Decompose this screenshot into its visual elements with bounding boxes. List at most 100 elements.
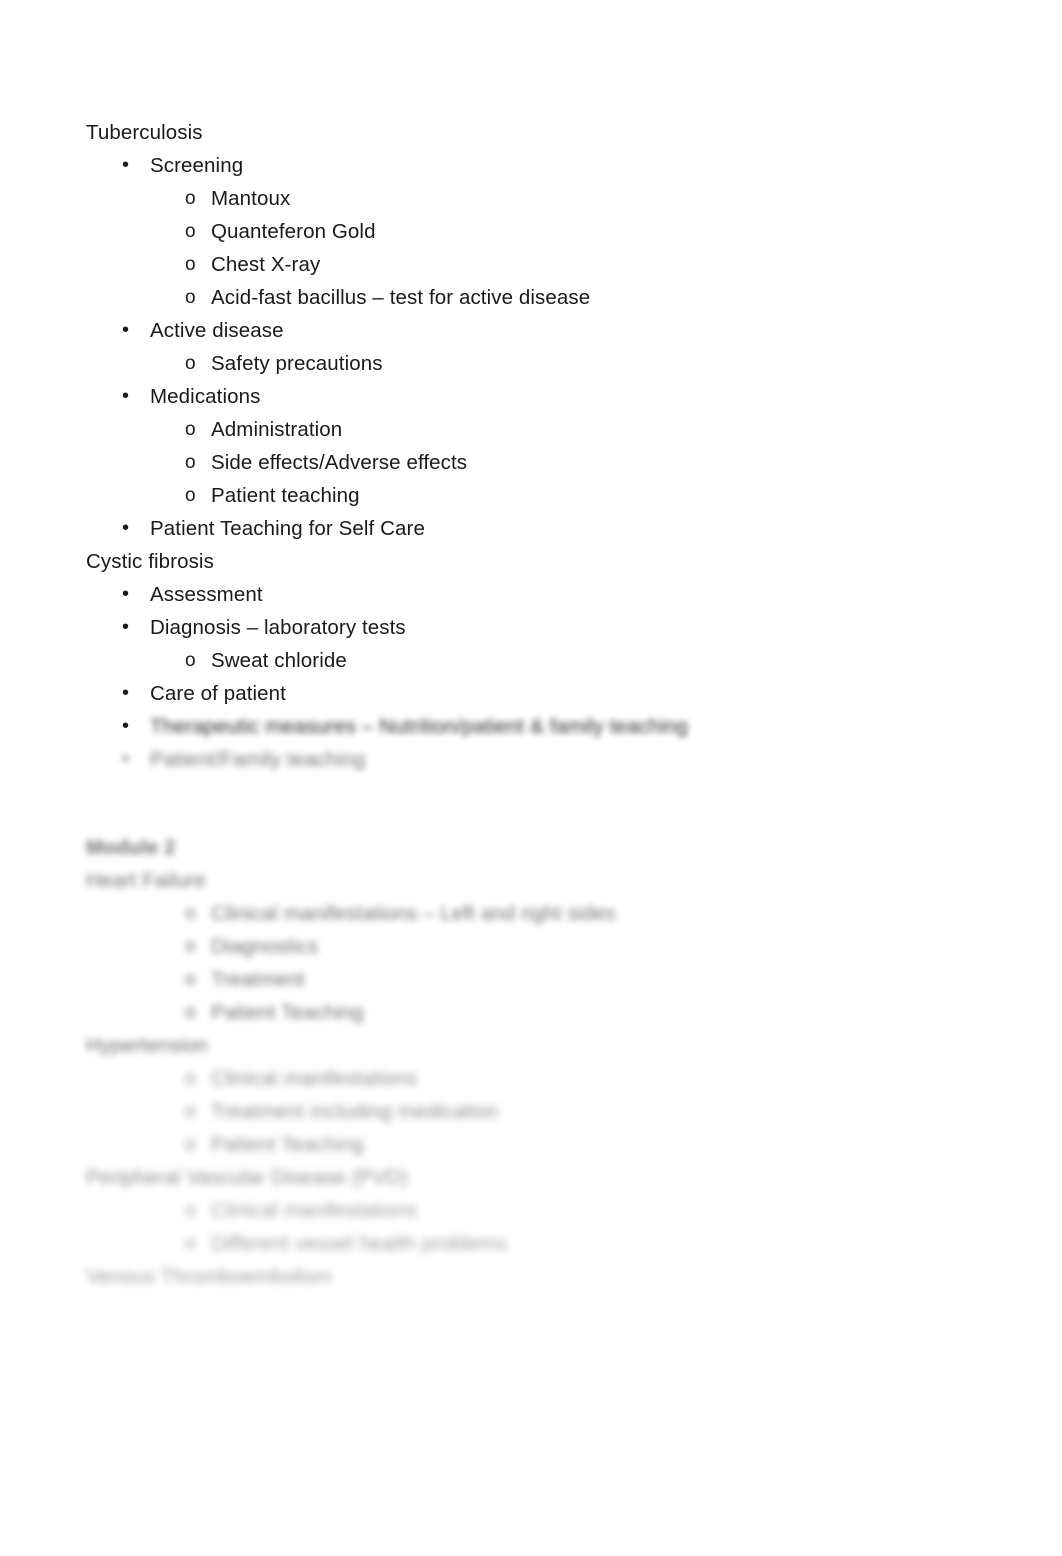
outline-text: Side effects/Adverse effects xyxy=(211,451,468,474)
sub-bullet-icon: o xyxy=(185,969,196,990)
redacted-list-item: o Diagnostics xyxy=(86,930,986,963)
sub-bullet-icon: o xyxy=(185,1101,196,1122)
outline-legible-section: Tuberculosis • Screening o Mantoux o Qua… xyxy=(86,116,986,710)
outline-text: Acid-fast bacillus – test for active dis… xyxy=(211,286,591,309)
bullet-icon: • xyxy=(122,517,130,539)
sub-bullet-icon: o xyxy=(185,903,196,924)
redacted-text: Clinical manifestations – Left and right… xyxy=(211,902,616,925)
redacted-list-item: o Treatment xyxy=(86,963,986,996)
list-item-administration: o Administration xyxy=(86,413,986,446)
redacted-list-item: • Patient/Family teaching xyxy=(86,743,986,776)
outline-text: Quanteferon Gold xyxy=(211,220,376,243)
outline-text: Patient Teaching for Self Care xyxy=(150,517,425,540)
list-item-acid-fast-bacillus: o Acid-fast bacillus – test for active d… xyxy=(86,281,986,314)
redacted-text: Hypertension xyxy=(86,1034,208,1057)
list-item-medications: • Medications xyxy=(86,380,986,413)
outline-text: Patient teaching xyxy=(211,484,360,507)
redacted-heading: Module 2 xyxy=(86,831,986,864)
redacted-list-item: o Clinical manifestations – Left and rig… xyxy=(86,897,986,930)
list-item-sweat-chloride: o Sweat chloride xyxy=(86,644,986,677)
list-item-assessment: • Assessment xyxy=(86,578,986,611)
list-item-safety-precautions: o Safety precautions xyxy=(86,347,986,380)
redacted-list-item: o Different vessel health problems xyxy=(86,1227,986,1260)
outline-heading-cystic-fibrosis: Cystic fibrosis xyxy=(86,545,986,578)
outline-text: Cystic fibrosis xyxy=(86,550,214,573)
sub-bullet-icon: o xyxy=(185,650,196,671)
redacted-heading: Heart Failure xyxy=(86,864,986,897)
redacted-text: Diagnostics xyxy=(211,935,319,958)
sub-bullet-icon: o xyxy=(185,1068,196,1089)
redacted-text: Therapeutic measures – Nutrition/patient… xyxy=(150,715,688,738)
bullet-icon: • xyxy=(122,319,130,341)
outline-text: Sweat chloride xyxy=(211,649,347,672)
redacted-list-item: o Clinical manifestations xyxy=(86,1194,986,1227)
sub-bullet-icon: o xyxy=(185,188,196,209)
sub-bullet-icon: o xyxy=(185,1200,196,1221)
bullet-icon: • xyxy=(122,154,130,176)
bullet-icon: • xyxy=(122,715,130,737)
list-item-active-disease: • Active disease xyxy=(86,314,986,347)
sub-bullet-icon: o xyxy=(185,452,196,473)
bullet-icon: • xyxy=(122,748,130,770)
bullet-icon: • xyxy=(122,682,130,704)
redacted-text: Patient Teaching xyxy=(211,1001,364,1024)
outline-text: Diagnosis – laboratory tests xyxy=(150,616,406,639)
outline-text: Medications xyxy=(150,385,261,408)
redacted-text: Treatment including medication xyxy=(211,1100,499,1123)
outline-heading-tuberculosis: Tuberculosis xyxy=(86,116,986,149)
outline-text: Screening xyxy=(150,154,244,177)
bullet-icon: • xyxy=(122,385,130,407)
sub-bullet-icon: o xyxy=(185,1233,196,1254)
list-item-screening: • Screening xyxy=(86,149,986,182)
sub-bullet-icon: o xyxy=(185,485,196,506)
redacted-text: Clinical manifestations xyxy=(211,1199,418,1222)
outline-text: Care of patient xyxy=(150,682,286,705)
redacted-heading: Hypertension xyxy=(86,1029,986,1062)
redacted-text: Patient/Family teaching xyxy=(150,748,366,771)
redacted-list-item: o Patient Teaching xyxy=(86,996,986,1029)
outline-text: Active disease xyxy=(150,319,284,342)
sub-bullet-icon: o xyxy=(185,1002,196,1023)
redacted-block-one: • Therapeutic measures – Nutrition/patie… xyxy=(86,710,986,776)
redacted-text: Module 2 xyxy=(86,836,176,859)
list-item-side-effects: o Side effects/Adverse effects xyxy=(86,446,986,479)
outline-text: Chest X-ray xyxy=(211,253,321,276)
list-item-mantoux: o Mantoux xyxy=(86,182,986,215)
redacted-block-two: Module 2 Heart Failure o Clinical manife… xyxy=(86,831,986,1293)
redacted-list-item: o Patient Teaching xyxy=(86,1128,986,1161)
sub-bullet-icon: o xyxy=(185,353,196,374)
list-item-quanteferon-gold: o Quanteferon Gold xyxy=(86,215,986,248)
outline-text: Mantoux xyxy=(211,187,291,210)
redacted-list-item: o Clinical manifestations xyxy=(86,1062,986,1095)
outline-text: Safety precautions xyxy=(211,352,383,375)
outline-text: Assessment xyxy=(150,583,263,606)
document-page: Tuberculosis • Screening o Mantoux o Qua… xyxy=(0,0,1062,1556)
redacted-text: Heart Failure xyxy=(86,869,206,892)
bullet-icon: • xyxy=(122,616,130,638)
redacted-text: Peripheral Vascular Disease (PVD) xyxy=(86,1166,408,1189)
sub-bullet-icon: o xyxy=(185,221,196,242)
redacted-text: Venous Thromboembolism xyxy=(86,1265,332,1288)
outline-text: Tuberculosis xyxy=(86,121,203,144)
list-item-chest-xray: o Chest X-ray xyxy=(86,248,986,281)
bullet-icon: • xyxy=(122,583,130,605)
list-item-patient-teaching-self-care: • Patient Teaching for Self Care xyxy=(86,512,986,545)
redacted-text: Treatment xyxy=(211,968,305,991)
list-item-patient-teaching: o Patient teaching xyxy=(86,479,986,512)
outline-text: Administration xyxy=(211,418,343,441)
sub-bullet-icon: o xyxy=(185,254,196,275)
redacted-heading: Peripheral Vascular Disease (PVD) xyxy=(86,1161,986,1194)
sub-bullet-icon: o xyxy=(185,287,196,308)
redacted-heading: Venous Thromboembolism xyxy=(86,1260,986,1293)
redacted-list-item: o Treatment including medication xyxy=(86,1095,986,1128)
redacted-text: Clinical manifestations xyxy=(211,1067,418,1090)
redacted-text: Different vessel health problems xyxy=(211,1232,507,1255)
list-item-diagnosis-lab-tests: • Diagnosis – laboratory tests xyxy=(86,611,986,644)
sub-bullet-icon: o xyxy=(185,1134,196,1155)
sub-bullet-icon: o xyxy=(185,419,196,440)
redacted-list-item: • Therapeutic measures – Nutrition/patie… xyxy=(86,710,986,743)
outline-body: Tuberculosis • Screening o Mantoux o Qua… xyxy=(86,116,986,1293)
list-item-care-of-patient: • Care of patient xyxy=(86,677,986,710)
